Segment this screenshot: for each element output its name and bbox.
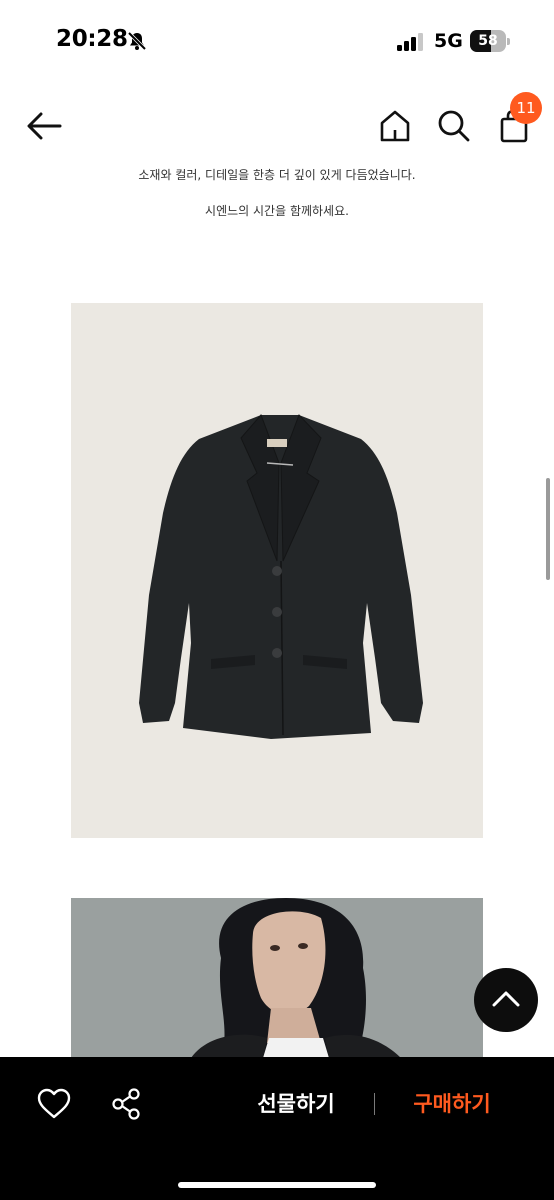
- search-icon[interactable]: [436, 108, 472, 144]
- product-image-model: [71, 898, 483, 1058]
- battery-cap: [507, 38, 510, 45]
- heart-icon[interactable]: [36, 1087, 72, 1121]
- jacket-illustration: [139, 414, 423, 739]
- chevron-up-icon: [492, 991, 520, 1007]
- action-divider: [374, 1093, 375, 1115]
- jacket-button-2: [272, 607, 282, 617]
- model-eye-left: [270, 945, 280, 951]
- model-jacket-left: [191, 1034, 267, 1058]
- scrollbar-thumb[interactable]: [546, 478, 550, 580]
- model-jacket-right: [325, 1034, 401, 1058]
- status-time: 20:28: [56, 26, 128, 52]
- home-icon[interactable]: [378, 108, 412, 144]
- battery-percent: 58: [478, 33, 498, 49]
- jacket-button-1: [272, 566, 282, 576]
- battery-body: 58: [470, 30, 506, 52]
- model-shirt: [263, 1038, 329, 1058]
- cart-count-badge: 11: [510, 92, 542, 124]
- arrow-left-icon[interactable]: [24, 108, 64, 144]
- model-eye-right: [298, 943, 308, 949]
- status-bar: 20:28 5G 58: [0, 0, 554, 84]
- product-image-jacket: [71, 303, 483, 838]
- scroll-to-top-button[interactable]: [474, 968, 538, 1032]
- signal-icon: [397, 33, 423, 51]
- share-icon[interactable]: [110, 1087, 142, 1121]
- jacket-button-3: [272, 648, 282, 658]
- home-indicator: [178, 1182, 376, 1188]
- bottom-action-bar: 선물하기 구매하기: [0, 1057, 554, 1200]
- description-line-1: 소재와 컬러, 디테일을 한층 더 깊이 있게 다듬었습니다.: [138, 168, 416, 182]
- description-line-2: 시엔느의 시간을 함께하세요.: [205, 204, 349, 218]
- model-illustration: [191, 898, 401, 1058]
- top-navigation: [0, 90, 554, 164]
- bell-slash-icon: [127, 31, 147, 51]
- battery-icon: 58: [470, 30, 510, 52]
- gift-button[interactable]: 선물하기: [240, 1087, 352, 1121]
- jacket-label: [267, 439, 287, 447]
- network-type: 5G: [434, 30, 463, 52]
- buy-button[interactable]: 구매하기: [396, 1087, 508, 1121]
